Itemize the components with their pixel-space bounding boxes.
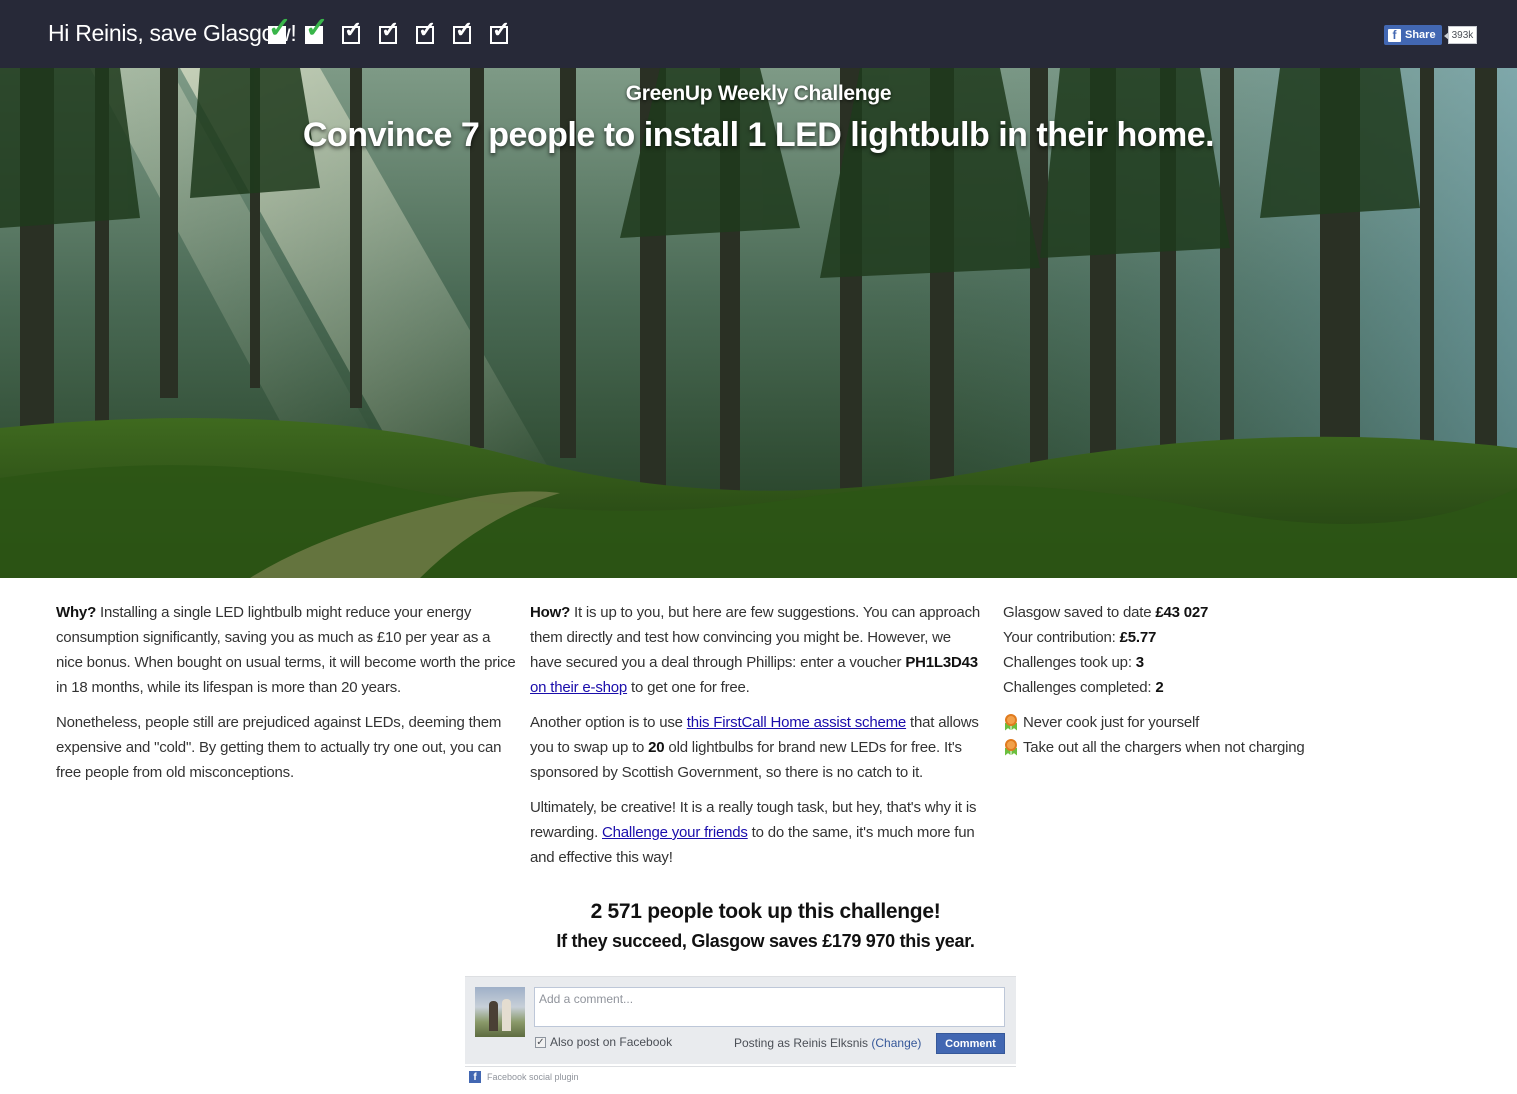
facebook-icon: f (469, 1071, 481, 1083)
why-paragraph: Why? Installing a single LED lightbulb m… (56, 600, 518, 700)
completed-label: Challenges completed: (1003, 679, 1156, 696)
how-section: How? It is up to you, but here are few s… (530, 600, 986, 880)
firstcall-scheme-link[interactable]: this FirstCall Home assist scheme (687, 714, 906, 731)
saved-to-date: Glasgow saved to date £43 027 (1003, 600, 1333, 625)
creative-paragraph: Ultimately, be creative! It is a really … (530, 795, 986, 870)
contrib-label: Your contribution: (1003, 629, 1120, 646)
top-bar: Hi Reinis, save Glasgow! ✓ ✓ ✓ ✓ ✓ ✓ ✓ f… (0, 0, 1517, 68)
progress-check-pending-icon: ✓ (453, 17, 474, 44)
saved-label: Glasgow saved to date (1003, 604, 1156, 621)
also-post-toggle[interactable]: ✓ Also post on Facebook (535, 1035, 672, 1049)
progress-checkboxes: ✓ ✓ ✓ ✓ ✓ ✓ ✓ (266, 12, 514, 46)
checkbox-checked-icon[interactable]: ✓ (535, 1036, 546, 1048)
facebook-share: f Share 393k (1384, 25, 1478, 45)
challenges-took-up: Challenges took up: 3 (1003, 650, 1333, 675)
share-button[interactable]: f Share (1384, 25, 1442, 45)
progress-check-pending-icon: ✓ (342, 17, 363, 44)
scheme-paragraph: Another option is to use this FirstCall … (530, 710, 986, 785)
took-value: 3 (1135, 654, 1144, 671)
contrib-value: £5.77 (1119, 629, 1157, 646)
change-account-link[interactable]: (Change) (871, 1036, 921, 1050)
badge-label: Take out all the chargers when not charg… (1023, 739, 1305, 756)
badge-item: Never cook just for yourself (1003, 710, 1333, 735)
comment-button[interactable]: Comment (936, 1033, 1005, 1054)
your-contribution: Your contribution: £5.77 (1003, 625, 1333, 650)
completed-value: 2 (1155, 679, 1164, 696)
how-paragraph: How? It is up to you, but here are few s… (530, 600, 986, 700)
award-ribbon-icon (1003, 738, 1019, 757)
saved-value: £43 027 (1155, 604, 1209, 621)
comment-input[interactable]: Add a comment... (534, 987, 1005, 1027)
how-text-end: to get one for free. (627, 679, 750, 696)
badge-item: Take out all the chargers when not charg… (1003, 735, 1333, 760)
progress-check-done-icon: ✓ (305, 12, 329, 44)
challenges-completed: Challenges completed: 2 (1003, 675, 1333, 700)
participants-count: 2 571 people took up this challenge! (590, 900, 941, 923)
progress-check-pending-icon: ✓ (379, 17, 400, 44)
hero-title: Convince 7 people to install 1 LED light… (302, 116, 1215, 154)
challenge-friends-link[interactable]: Challenge your friends (602, 824, 748, 841)
took-label: Challenges took up: (1003, 654, 1136, 671)
plugin-label[interactable]: Facebook social plugin (487, 1072, 579, 1082)
avatar (475, 987, 525, 1037)
why-paragraph-2: Nonetheless, people still are prejudiced… (56, 714, 502, 781)
posting-as-label: Posting as Reinis Elksnis (734, 1036, 872, 1050)
also-post-label: Also post on Facebook (550, 1035, 673, 1049)
facebook-icon: f (1388, 28, 1401, 42)
facebook-comments-box: Add a comment... ✓ Also post on Facebook… (465, 976, 1016, 1064)
potential-savings: If they succeed, Glasgow saves £179 970 … (556, 931, 975, 951)
greeting: Hi Reinis, save Glasgow! (48, 20, 297, 46)
stats-section: Glasgow saved to date £43 027 Your contr… (1003, 600, 1333, 760)
eshop-link[interactable]: on their e-shop (530, 679, 627, 696)
badge-label: Never cook just for yourself (1023, 714, 1200, 731)
hero-forest-image: GreenUp Weekly Challenge Convince 7 peop… (0, 68, 1517, 578)
progress-check-pending-icon: ✓ (490, 17, 511, 44)
award-ribbon-icon (1003, 713, 1019, 732)
why-section: Why? Installing a single LED lightbulb m… (56, 600, 518, 795)
progress-check-done-icon: ✓ (268, 12, 292, 44)
facebook-plugin-footer: f Facebook social plugin (465, 1066, 1016, 1083)
posting-as: Posting as Reinis Elksnis (Change) (734, 1036, 921, 1050)
share-count: 393k (1443, 26, 1478, 44)
scheme-text: Another option is to use (530, 714, 687, 731)
why-lead: Why? (56, 604, 97, 621)
progress-check-pending-icon: ✓ (416, 17, 437, 44)
why-text: Installing a single LED lightbulb might … (56, 604, 516, 696)
voucher-code: PH1L3D43 (905, 654, 978, 671)
swap-count: 20 (648, 739, 665, 756)
share-label: Share (1405, 29, 1436, 41)
hero-subtitle: GreenUp Weekly Challenge (625, 82, 892, 105)
how-lead: How? (530, 604, 571, 621)
